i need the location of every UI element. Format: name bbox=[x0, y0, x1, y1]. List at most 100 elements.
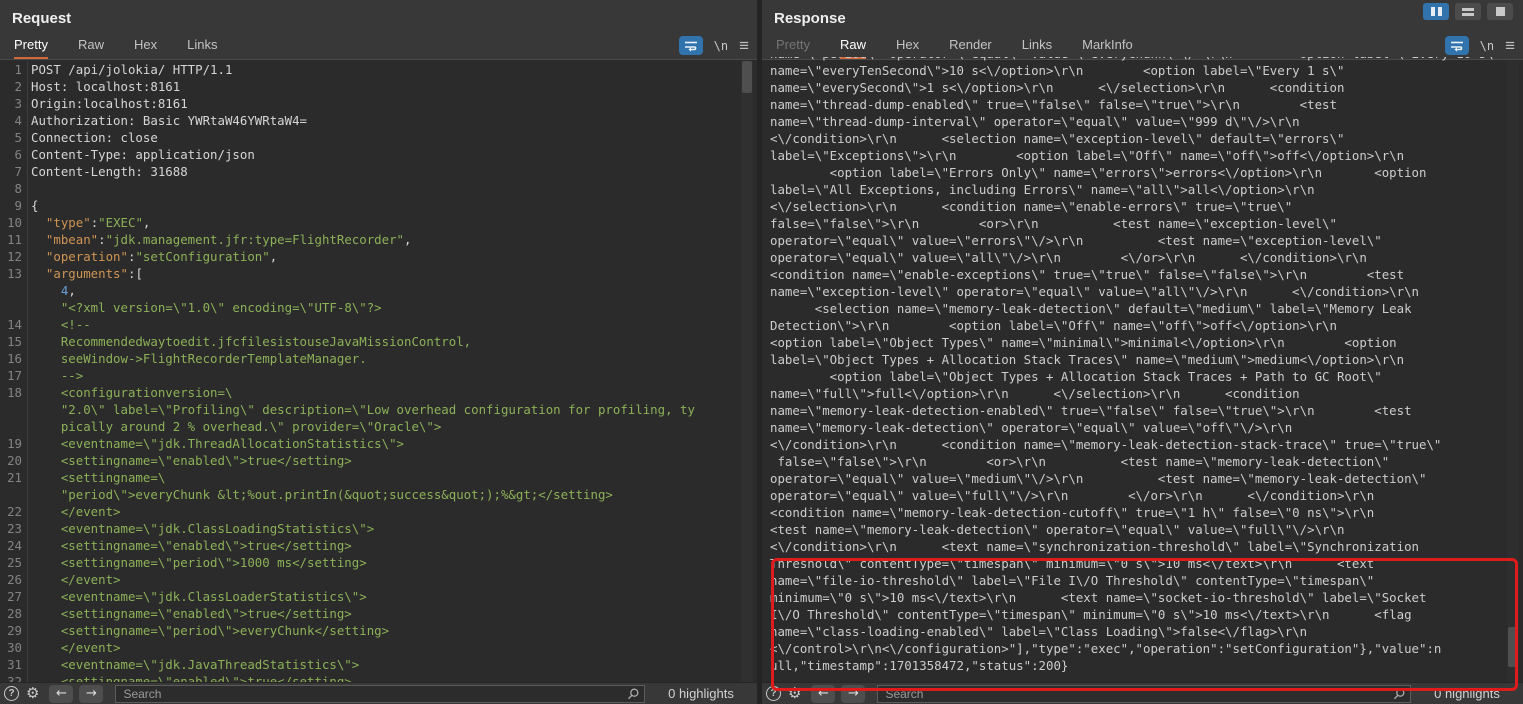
request-scrollbar-thumb[interactable] bbox=[742, 61, 752, 93]
code-line: 1POST /api/jolokia/ HTTP/1.1 bbox=[0, 61, 757, 78]
line-number: 22 bbox=[0, 503, 25, 520]
response-highlights-count: 0 highlights bbox=[1411, 686, 1523, 701]
line-number: 28 bbox=[0, 605, 25, 622]
split-rows-button[interactable] bbox=[1455, 3, 1481, 20]
line-number: 26 bbox=[0, 571, 25, 588]
line-number: 2 bbox=[0, 78, 25, 95]
code-line: <\/selection>\r\n <condition name=\"enab… bbox=[770, 198, 1523, 215]
code-line: <option label=\"Object Types\" name=\"mi… bbox=[770, 334, 1523, 351]
response-panel: Response Pretty Raw Hex Render Links Mar… bbox=[762, 0, 1523, 704]
response-find-bar: ? ⚙ ← → 0 highlights bbox=[762, 682, 1523, 704]
response-editor[interactable]: name=\"period\" operator=\"equal\" value… bbox=[762, 57, 1523, 682]
code-line: <selection name=\"memory-leak-detection\… bbox=[770, 300, 1523, 317]
editor-menu-icon[interactable]: ≡ bbox=[739, 37, 749, 54]
tab-pretty[interactable]: Pretty bbox=[776, 33, 810, 59]
line-number: 27 bbox=[0, 588, 25, 605]
code-line: 28 <settingname=\"enabled\">true</settin… bbox=[0, 605, 757, 622]
code-line: <\/condition>\r\n <condition name=\"memo… bbox=[770, 436, 1523, 453]
code-line: "period\">everyChunk &lt;%out.printIn(&q… bbox=[0, 486, 757, 503]
tab-render[interactable]: Render bbox=[949, 33, 992, 59]
request-scrollbar[interactable] bbox=[741, 61, 753, 682]
word-wrap-icon bbox=[684, 40, 698, 52]
line-number: 29 bbox=[0, 622, 25, 639]
code-line: false=\"false\">\r\n <or>\r\n <test name… bbox=[770, 453, 1523, 470]
request-header: Request Pretty Raw Hex Links \n ≡ bbox=[0, 0, 757, 60]
code-line: pically around 2 % overhead.\" provider=… bbox=[0, 418, 757, 435]
search-icon bbox=[1392, 687, 1406, 701]
tab-pretty[interactable]: Pretty bbox=[14, 33, 48, 59]
tab-links[interactable]: Links bbox=[187, 33, 217, 59]
code-line: 22 </event> bbox=[0, 503, 757, 520]
code-line: operator=\"equal\" value=\"errors\"\/>\r… bbox=[770, 232, 1523, 249]
code-line: operator=\"equal\" value=\"full\"\/>\r\n… bbox=[770, 487, 1523, 504]
find-previous-button[interactable]: ← bbox=[49, 685, 73, 703]
word-wrap-button[interactable] bbox=[1445, 36, 1469, 55]
line-number: 5 bbox=[0, 129, 25, 146]
request-highlights-count: 0 highlights bbox=[645, 686, 757, 701]
tab-markinfo[interactable]: MarkInfo bbox=[1082, 33, 1133, 59]
code-line: 9{ bbox=[0, 197, 757, 214]
line-number: 19 bbox=[0, 435, 25, 452]
word-wrap-button[interactable] bbox=[679, 36, 703, 55]
response-header: Response Pretty Raw Hex Render Links Mar… bbox=[762, 0, 1523, 60]
code-line: false=\"false\">\r\n <or>\r\n <test name… bbox=[770, 215, 1523, 232]
tab-links[interactable]: Links bbox=[1022, 33, 1052, 59]
split-columns-button[interactable] bbox=[1423, 3, 1449, 20]
editor-menu-icon[interactable]: ≡ bbox=[1505, 37, 1515, 54]
line-number: 18 bbox=[0, 384, 25, 401]
single-view-button[interactable] bbox=[1487, 3, 1513, 20]
code-line: name=\"memory-leak-detection\" operator=… bbox=[770, 419, 1523, 436]
help-icon[interactable]: ? bbox=[4, 686, 19, 701]
code-line: <\/condition>\r\n <text name=\"synchroni… bbox=[770, 538, 1523, 555]
line-number: 13 bbox=[0, 265, 25, 282]
request-search-input[interactable] bbox=[115, 685, 645, 703]
line-number: 11 bbox=[0, 231, 25, 248]
code-line: operator=\"equal\" value=\"medium\"\/>\r… bbox=[770, 470, 1523, 487]
code-line: 23 <eventname=\"jdk.ClassLoadingStatisti… bbox=[0, 520, 757, 537]
tab-hex[interactable]: Hex bbox=[896, 33, 919, 59]
code-line: <option label=\"Errors Only\" name=\"err… bbox=[770, 164, 1523, 181]
line-number: 25 bbox=[0, 554, 25, 571]
code-line: 12 "operation":"setConfiguration", bbox=[0, 248, 757, 265]
tab-raw[interactable]: Raw bbox=[840, 33, 866, 59]
code-line: 13 "arguments":[ bbox=[0, 265, 757, 282]
newline-toggle[interactable]: \n bbox=[1480, 39, 1494, 53]
find-next-button[interactable]: → bbox=[79, 685, 103, 703]
code-line: operator=\"equal\" value=\"all\"\/>\r\n … bbox=[770, 249, 1523, 266]
code-line: name=\"everyTenSecond\">10 s<\/option>\r… bbox=[770, 62, 1523, 79]
layout-controls bbox=[1423, 3, 1513, 20]
code-line: 2Host: localhost:8161 bbox=[0, 78, 757, 95]
tab-raw[interactable]: Raw bbox=[78, 33, 104, 59]
request-editor[interactable]: 1POST /api/jolokia/ HTTP/1.12Host: local… bbox=[0, 61, 757, 682]
request-view-controls: \n ≡ bbox=[679, 36, 749, 55]
line-number: 15 bbox=[0, 333, 25, 350]
code-line: I\/O Threshold\" contentType=\"timespan\… bbox=[770, 606, 1523, 623]
code-line: 29 <settingname=\"period\">everyChunk</s… bbox=[0, 622, 757, 639]
code-line: name=\"thread-dump-interval\" operator=\… bbox=[770, 113, 1523, 130]
response-view-controls: \n ≡ bbox=[1445, 36, 1515, 55]
line-number bbox=[0, 418, 25, 435]
request-panel: Request Pretty Raw Hex Links \n ≡ 1 bbox=[0, 0, 757, 704]
code-line: <option label=\"Object Types + Allocatio… bbox=[770, 368, 1523, 385]
response-scrollbar-thumb[interactable] bbox=[1508, 627, 1518, 667]
find-previous-button[interactable]: ← bbox=[811, 685, 835, 703]
search-settings-gear-icon[interactable]: ⚙ bbox=[26, 686, 39, 701]
newline-toggle[interactable]: \n bbox=[714, 39, 728, 53]
line-number: 30 bbox=[0, 639, 25, 656]
code-line: 27 <eventname=\"jdk.ClassLoaderStatistic… bbox=[0, 588, 757, 605]
code-line: name=\"everySecond\">1 s<\/option>\r\n <… bbox=[770, 79, 1523, 96]
search-settings-gear-icon[interactable]: ⚙ bbox=[788, 686, 801, 701]
tab-hex[interactable]: Hex bbox=[134, 33, 157, 59]
code-line: 17 --> bbox=[0, 367, 757, 384]
line-number: 32 bbox=[0, 673, 25, 682]
find-next-button[interactable]: → bbox=[841, 685, 865, 703]
code-line: ull,"timestamp":1701358472,"status":200} bbox=[770, 657, 1523, 674]
line-number: 10 bbox=[0, 214, 25, 231]
line-number: 12 bbox=[0, 248, 25, 265]
response-scrollbar[interactable] bbox=[1507, 61, 1519, 682]
response-tabs: Pretty Raw Hex Render Links MarkInfo bbox=[776, 33, 1133, 59]
code-line: 25 <settingname=\"period\">1000 ms</sett… bbox=[0, 554, 757, 571]
help-icon[interactable]: ? bbox=[766, 686, 781, 701]
line-number: 3 bbox=[0, 95, 25, 112]
response-search-input[interactable] bbox=[877, 685, 1411, 703]
